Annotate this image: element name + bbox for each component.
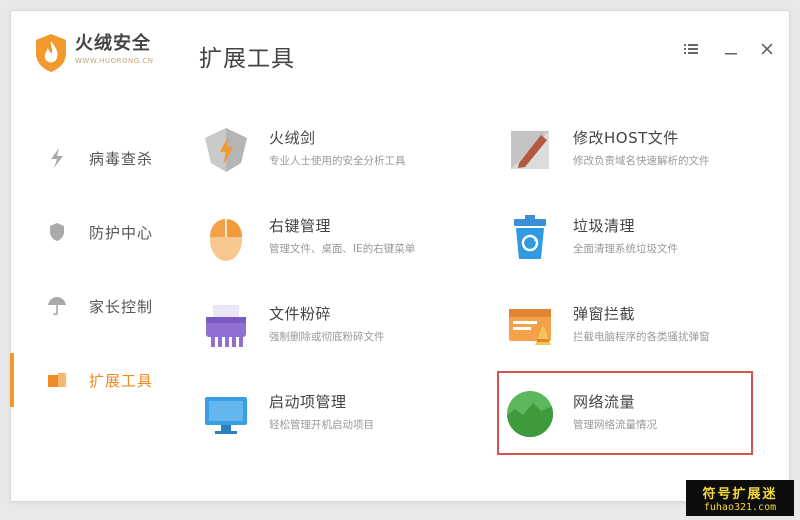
shredder-icon: [206, 305, 246, 347]
brand: 火绒安全 WWW.HUORONG.CN: [33, 33, 153, 73]
tool-description: 修改负责域名快速解析的文件: [573, 155, 710, 167]
mouse-icon: [210, 219, 242, 261]
tool-name: 文件粉碎: [269, 305, 332, 323]
tool-description: 拦截电脑程序的各类骚扰弹窗: [573, 331, 710, 343]
menu-icon: [684, 44, 698, 54]
tool-file-shredder[interactable]: 文件粉碎 强制删除或彻底粉碎文件: [201, 295, 461, 365]
tool-name: 右键管理: [269, 217, 332, 235]
tool-name: 火绒剑: [269, 129, 316, 147]
tool-network-traffic[interactable]: 网络流量 管理网络流量情况: [505, 383, 765, 453]
sidebar-item-virus-scan[interactable]: 病毒查杀: [11, 121, 181, 195]
tool-name: 网络流量: [573, 393, 636, 411]
sidebar-item-label: 家长控制: [89, 297, 154, 316]
tool-name: 垃圾清理: [573, 217, 636, 235]
sidebar: 病毒查杀 防护中心 家长控制 扩展工具: [10, 121, 181, 417]
sidebar-item-extension-tools[interactable]: 扩展工具: [10, 343, 181, 417]
tool-name: 修改HOST文件: [573, 129, 679, 147]
shield-icon: [47, 222, 67, 242]
menu-button[interactable]: [681, 39, 701, 59]
tool-description: 管理文件、桌面、IE的右键菜单: [269, 243, 416, 255]
tool-name: 弹窗拦截: [573, 305, 636, 323]
sidebar-item-parental-control[interactable]: 家长控制: [11, 269, 181, 343]
tool-popup-blocker[interactable]: 弹窗拦截 拦截电脑程序的各类骚扰弹窗: [505, 295, 765, 365]
watermark-title: 符号扩展迷: [702, 487, 778, 502]
sidebar-item-protection[interactable]: 防护中心: [11, 195, 181, 269]
tool-description: 管理网络流量情况: [573, 419, 657, 431]
traffic-icon: [507, 391, 553, 437]
close-icon: [761, 43, 773, 55]
brand-name: 火绒安全: [75, 33, 151, 54]
tool-startup-manager[interactable]: 启动项管理 轻松管理开机启动项目: [201, 383, 461, 453]
trash-icon: [514, 215, 546, 259]
sidebar-item-label: 防护中心: [89, 223, 154, 242]
active-indicator: [10, 353, 14, 407]
page-title: 扩展工具: [199, 46, 295, 72]
sword-icon: [205, 128, 247, 172]
umbrella-icon: [47, 296, 67, 316]
tool-description: 全面清理系统垃圾文件: [573, 243, 678, 255]
minimize-button[interactable]: [721, 39, 741, 59]
huorong-logo-icon: [36, 34, 66, 72]
sidebar-item-label: 扩展工具: [89, 371, 154, 390]
tool-description: 专业人士使用的安全分析工具: [269, 155, 406, 167]
tool-junk-cleanup[interactable]: 垃圾清理 全面清理系统垃圾文件: [505, 207, 765, 277]
monitor-icon: [205, 397, 247, 434]
watermark-url: fuhao321.com: [703, 502, 777, 513]
popup-block-icon: [509, 309, 551, 345]
watermark: 符号扩展迷 fuhao321.com: [686, 480, 794, 516]
lightning-icon: [47, 148, 67, 168]
tool-edit-host[interactable]: 修改HOST文件 修改负责域名快速解析的文件: [505, 119, 765, 189]
edit-host-icon: [511, 131, 549, 169]
brand-url: WWW.HUORONG.CN: [75, 57, 154, 65]
tool-huorong-sword[interactable]: 火绒剑 专业人士使用的安全分析工具: [201, 119, 461, 189]
tool-name: 启动项管理: [269, 393, 347, 411]
minimize-icon: [725, 53, 737, 55]
tool-description: 轻松管理开机启动项目: [269, 419, 374, 431]
sidebar-item-label: 病毒查杀: [89, 149, 154, 168]
tool-right-click-manager[interactable]: 右键管理 管理文件、桌面、IE的右键菜单: [201, 207, 461, 277]
app-window: 火绒安全 WWW.HUORONG.CN 扩展工具 病毒查杀 防护中心 家长控制 …: [10, 10, 790, 502]
close-button[interactable]: [757, 39, 777, 59]
tools-icon: [47, 370, 67, 390]
tool-description: 强制删除或彻底粉碎文件: [269, 331, 385, 343]
